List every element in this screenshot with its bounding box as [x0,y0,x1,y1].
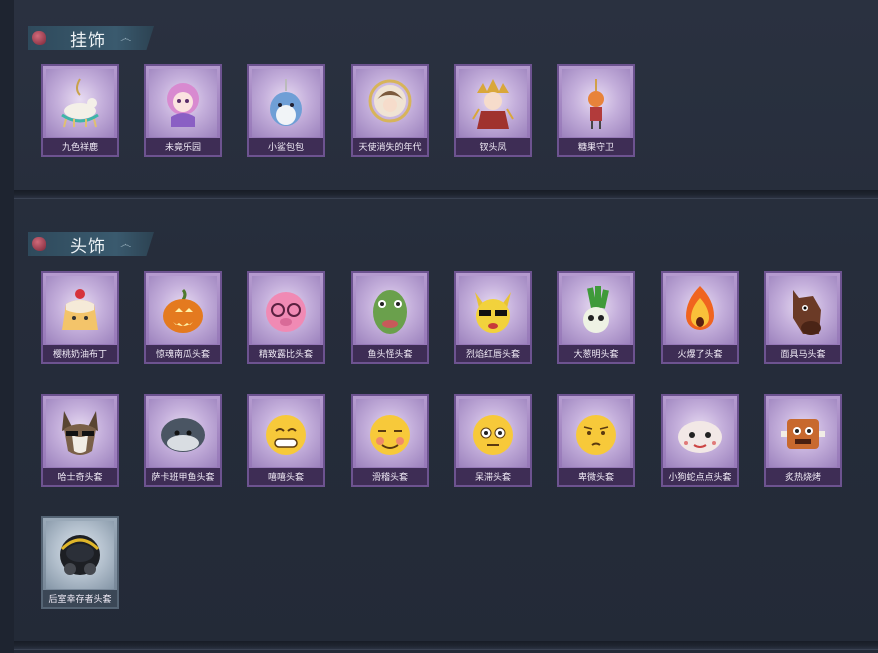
item-label: 九色祥鹿 [43,138,117,155]
sacabambaspis-head-icon [161,418,205,452]
gas-mask-helmet-icon [60,535,100,575]
item-label: 鱼头怪头套 [353,345,427,362]
pendants-section-header: 挂饰 ෴ [28,26,154,50]
item-label: 卑微头套 [559,468,633,485]
item-label: 天使消失的年代 [353,138,427,155]
section-divider [14,190,878,198]
headwear-card[interactable]: 后室幸存者头套 [41,516,119,609]
pendant-card[interactable]: 九色祥鹿 [41,64,119,157]
section-divider-bottom [14,641,878,649]
candy-guard-pendant-icon [588,79,604,129]
dazed-emoji-head-icon [473,415,513,455]
headwear-card[interactable]: 卑微头套 [557,394,635,487]
headwear-card[interactable]: 火爆了头套 [661,271,739,364]
headwear-card[interactable]: 惊魂南瓜头套 [144,271,222,364]
headwear-card[interactable]: 嘻嘻头套 [247,394,325,487]
item-label: 樱桃奶油布丁 [43,345,117,362]
item-label: 嘻嘻头套 [249,468,323,485]
item-label: 呆滞头套 [456,468,530,485]
item-label: 小鲨包包 [249,138,323,155]
dog-snake-head-icon [678,421,722,453]
pendant-card[interactable]: 糖果守卫 [557,64,635,157]
item-label: 惊魂南瓜头套 [146,345,220,362]
item-label: 萨卡班甲鱼头套 [146,468,220,485]
pendants-section-title: 挂饰 [70,30,106,51]
item-label: 滑稽头套 [353,468,427,485]
pendant-card[interactable]: 小鲨包包 [247,64,325,157]
pink-pig-head-icon [266,292,306,332]
item-label: 面具马头套 [766,345,840,362]
pendant-card[interactable]: 天使消失的年代 [351,64,429,157]
item-label: 烈焰红唇头套 [456,345,530,362]
deer-pendant-icon [61,78,99,128]
humble-emoji-head-icon [576,415,616,455]
item-label: 未竟乐园 [146,138,220,155]
item-label: 糖果守卫 [559,138,633,155]
pudding-head-icon [62,289,98,330]
item-label: 哈士奇头套 [43,468,117,485]
pumpkin-head-icon [163,288,203,333]
scallion-head-icon [583,286,609,333]
headwear-card[interactable]: 炙热烧烤 [764,394,842,487]
headwear-card[interactable]: 大葱明头套 [557,271,635,364]
funny-emoji-head-icon [370,415,410,455]
grin-emoji-head-icon [266,415,306,455]
headwear-card[interactable]: 小狗蛇点点头套 [661,394,739,487]
yellow-mouse-head-icon [475,292,511,333]
item-label: 后室幸存者头套 [43,590,117,607]
item-label: 炙热烧烤 [766,468,840,485]
shark-pendant-icon [270,79,302,126]
headwear-card[interactable]: 呆滞头套 [454,394,532,487]
headwear-card[interactable]: 樱桃奶油布丁 [41,271,119,364]
item-label: 大葱明头套 [559,345,633,362]
husky-head-icon [62,411,98,455]
pendant-card[interactable]: 未竟乐园 [144,64,222,157]
horse-head-icon [793,290,821,335]
headwear-card[interactable]: 鱼头怪头套 [351,271,429,364]
swirl-ornament-icon: ෴ [120,236,132,251]
headwear-section-title: 头饰 [70,236,106,257]
fish-head-icon [373,290,407,334]
item-label: 精致露比头套 [249,345,323,362]
pendant-card[interactable]: 钗头凤 [454,64,532,157]
gem-icon [32,31,46,45]
left-edge [0,0,14,653]
headwear-card[interactable]: 烈焰红唇头套 [454,271,532,364]
headwear-section-header: 头饰 ෴ [28,232,154,256]
item-label: 小狗蛇点点头套 [663,468,737,485]
angel-portrait-pendant-icon [368,79,412,123]
swirl-ornament-icon: ෴ [120,30,132,45]
headwear-card[interactable]: 哈士奇头套 [41,394,119,487]
headwear-card[interactable]: 滑稽头套 [351,394,429,487]
headwear-card[interactable]: 萨卡班甲鱼头套 [144,394,222,487]
gem-icon [32,237,46,251]
headwear-card[interactable]: 面具马头套 [764,271,842,364]
item-label: 火爆了头套 [663,345,737,362]
toast-head-icon [781,419,825,449]
fire-head-icon [686,286,714,330]
girl-doll-pendant-icon [167,83,199,127]
phoenix-doll-pendant-icon [472,79,514,129]
headwear-card[interactable]: 精致露比头套 [247,271,325,364]
item-label: 钗头凤 [456,138,530,155]
